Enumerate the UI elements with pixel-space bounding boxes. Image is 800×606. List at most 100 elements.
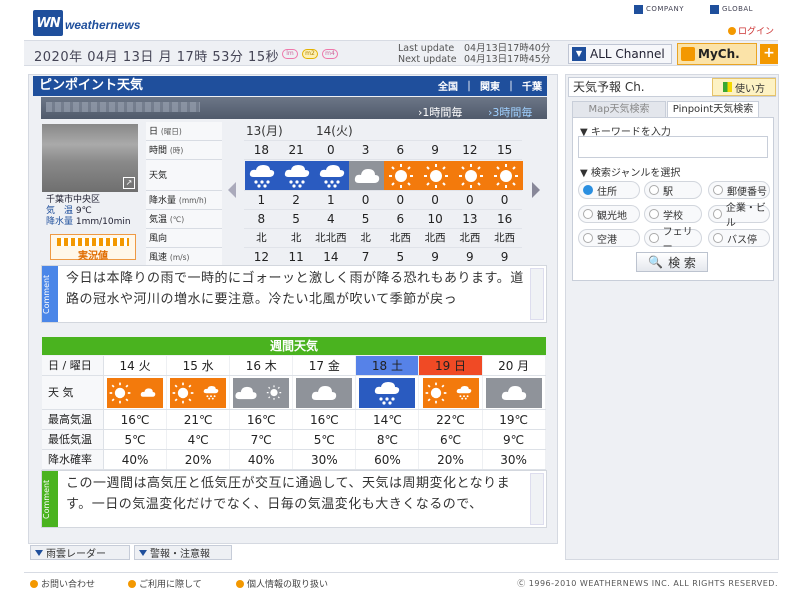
next-update-label: Next update — [398, 54, 457, 65]
expand-icon — [139, 549, 147, 556]
weathernews-logo[interactable]: WN weathernews — [33, 8, 145, 38]
live-observation: 千葉市中央区 気 温 9℃ 降水量 1mm/10min — [46, 195, 131, 228]
tab-pinpoint-search[interactable]: Pinpoint天気検索 — [667, 101, 759, 118]
sun-icon — [389, 163, 414, 188]
search-icon: 🔍 — [648, 255, 664, 269]
week-pop-row-cell: 30% — [483, 450, 546, 469]
genre-radio[interactable]: 空港 — [578, 229, 640, 247]
all-channel-button[interactable]: ▼ ALL Channel — [568, 44, 672, 64]
footer-link-contact[interactable]: お問い合わせ — [30, 577, 95, 590]
company-link[interactable]: COMPANY — [634, 2, 684, 16]
genre-label: 郵便番号 — [727, 186, 767, 198]
hour-row: 18 21 0 3 6 9 12 15 — [244, 141, 522, 160]
footer-link-label: 個人情報の取り扱い — [247, 580, 329, 590]
region-link[interactable]: 関東 — [480, 78, 500, 93]
genre-label: 学校 — [663, 210, 683, 222]
warnings-tab[interactable]: 警報・注意報 — [134, 545, 232, 560]
comment-tab: Comment — [42, 471, 58, 527]
week-high-row: 最高気温 16℃ 21℃ 16℃ 16℃ 14℃ 22℃ 19℃ — [42, 410, 546, 430]
genre-radio[interactable]: 住所 — [578, 181, 640, 199]
week-weather-icon — [485, 378, 542, 408]
mode-pill[interactable]: lm — [282, 49, 298, 59]
region-link[interactable]: 千葉 — [522, 78, 542, 93]
hourly-row-labels: 日 (曜日) 時間 (時) 天気 降水量 (mm/h) 気温 (℃) 風向 風速 (m/… — [146, 122, 222, 267]
cloud-icon — [312, 386, 337, 400]
genre-label: ▼ 検索ジャンルを選択 — [580, 168, 681, 179]
hour-row-cell: 9 — [431, 143, 439, 157]
weekly-forecast-grid: 日 / 曜日 14 火 15 水 16 木 17 金 18 土 19 日 20 月天 気最高気… — [42, 356, 546, 470]
week-weather-row-cell — [483, 376, 546, 409]
hourly-3h-switch[interactable]: ›3時間毎 — [488, 104, 532, 120]
comment-scrollbar[interactable] — [530, 268, 544, 320]
precip-row-cell: 1 — [257, 193, 266, 207]
row-label-main: 気温 — [149, 215, 168, 225]
warnings-label: 警報・注意報 — [150, 549, 210, 560]
mode-pill[interactable]: m2 — [302, 49, 318, 59]
wind-dir-row-cell: 北西 — [424, 232, 446, 244]
week-pop-row-cell: 40% — [230, 450, 294, 469]
week-low-row-cell: 9℃ — [483, 430, 546, 449]
weather-cell — [487, 160, 523, 190]
week-high-row-cell: 16℃ — [293, 410, 357, 429]
mych-button[interactable]: MyCh. — [677, 43, 757, 65]
footer-link-terms[interactable]: ご利用に際して — [128, 577, 202, 590]
global-link[interactable]: GLOBAL — [710, 2, 753, 16]
genre-radio[interactable]: 郵便番号 — [708, 181, 770, 199]
row-label-main: 風向 — [149, 234, 168, 244]
genre-label: 駅 — [663, 186, 673, 198]
next-arrow-icon[interactable] — [532, 182, 540, 198]
week-day-row-cell: 17 金 — [293, 356, 357, 375]
region-link[interactable]: 全国 — [438, 78, 458, 93]
genre-label: バス停 — [727, 234, 757, 246]
rain-icon — [456, 385, 471, 400]
keyword-input[interactable] — [578, 136, 768, 158]
genre-radio[interactable]: バス停 — [708, 229, 770, 247]
company-icon — [634, 4, 643, 14]
add-channel-button[interactable]: + — [760, 44, 778, 64]
live-values-button[interactable]: 実況値 — [50, 234, 136, 262]
prev-arrow-icon[interactable] — [228, 182, 236, 198]
week-high-row-cell: 16℃ — [104, 410, 168, 429]
hourly-1h-switch[interactable]: ›1時間毎 — [418, 104, 462, 120]
pinpoint-comment-box: Comment 今日は本降りの雨で一時的にゴォーッと激しく雨が降る恐れもあります… — [41, 265, 547, 323]
login-link[interactable]: ログイン — [728, 24, 774, 37]
usage-button[interactable]: 使い方 — [712, 78, 776, 96]
weather-cell — [244, 160, 280, 190]
genre-radio[interactable]: 企業・ビル — [708, 203, 770, 229]
mode-pill[interactable]: m4 — [322, 49, 338, 59]
radio-icon — [713, 233, 723, 243]
week-day-row-cell: 20 月 — [483, 356, 546, 375]
row-label-unit: (℃) — [169, 215, 185, 224]
live-camera-image[interactable]: ↗ — [42, 124, 138, 192]
logo-text: weathernews — [65, 18, 141, 32]
current-datetime: 2020年 04月 13日 月 17時 53分 15秒 — [34, 50, 280, 65]
genre-label: 企業・ビル — [725, 203, 766, 229]
radio-icon — [713, 185, 723, 195]
secondary-weather-icon — [265, 384, 283, 401]
wind-speed-row-cell: 9 — [466, 250, 474, 264]
week-pop-row-cell: 20% — [419, 450, 483, 469]
wind-dir-row: 北北北北西北北西 北西 北西 北西 — [244, 229, 522, 248]
arrow-icon — [128, 579, 136, 588]
genre-label: 住所 — [597, 186, 617, 198]
genre-radio[interactable]: 学校 — [644, 205, 702, 223]
weather-icon-bg — [418, 161, 454, 190]
comment-scrollbar[interactable] — [530, 473, 544, 525]
footer-link-privacy[interactable]: 個人情報の取り扱い — [236, 577, 328, 590]
wind-speed-row-cell: 14 — [323, 250, 339, 264]
tab-map-search[interactable]: Map天気検索 — [572, 101, 666, 118]
rain-radar-tab[interactable]: 雨雲レーダー — [30, 545, 130, 560]
comment-tab: Comment — [42, 266, 58, 322]
precip-row-cell: 0 — [500, 193, 509, 207]
switch-1h-label: 1時間毎 — [422, 106, 463, 119]
footer-link-label: ご利用に際して — [139, 580, 202, 590]
genre-radio[interactable]: 駅 — [644, 181, 702, 199]
footer: お問い合わせ ご利用に際して 個人情報の取り扱い Ⓒ 1996-2010 WEA… — [24, 572, 778, 592]
genre-radio[interactable]: 観光地 — [578, 205, 640, 223]
search-button[interactable]: 🔍 検 索 — [636, 252, 708, 272]
genre-radio[interactable]: フェリー — [644, 227, 702, 253]
week-low-row: 最低気温 5℃ 4℃ 7℃ 5℃ 8℃ 6℃ 9℃ — [42, 430, 546, 450]
zoom-icon[interactable]: ↗ — [123, 177, 135, 189]
copyright: Ⓒ 1996-2010 WEATHERNEWS INC. ALL RIGHTS … — [517, 579, 778, 588]
sun-icon — [172, 382, 194, 404]
